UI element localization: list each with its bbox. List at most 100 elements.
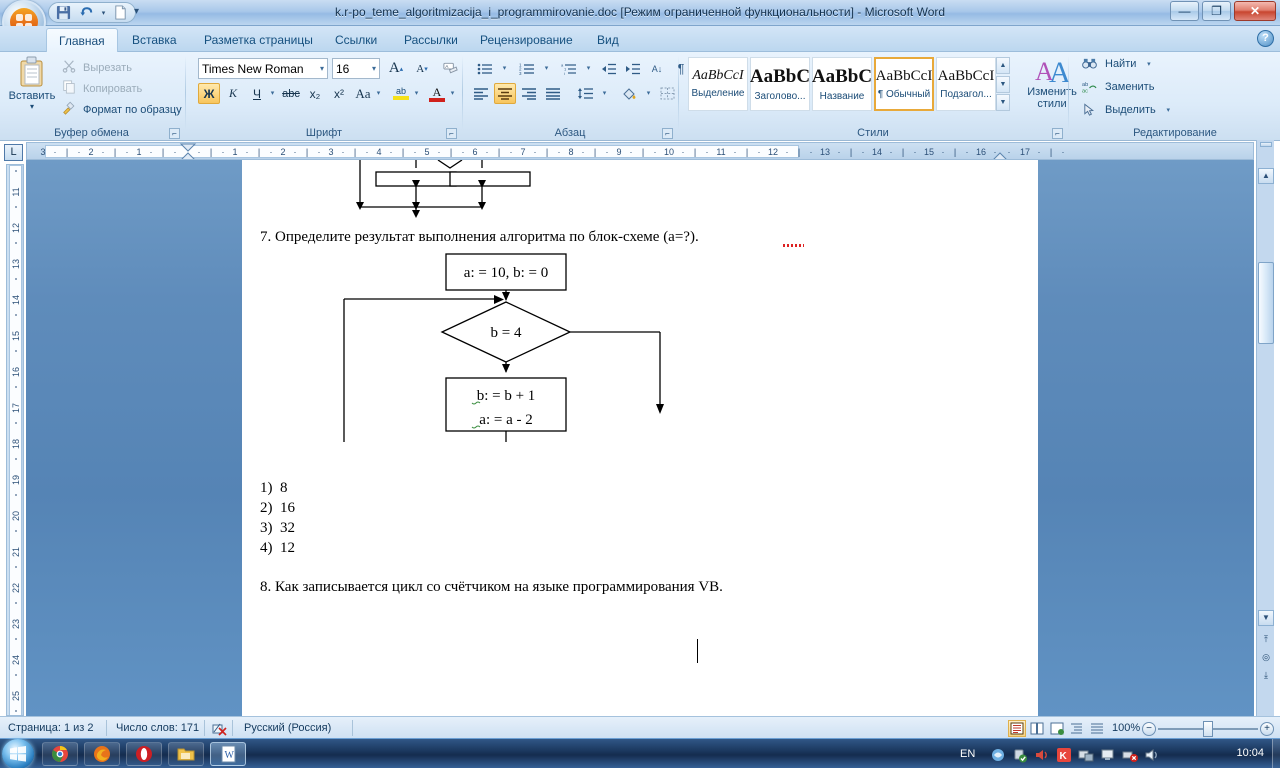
sort-button[interactable]: A↓ (646, 58, 668, 79)
subscript-button[interactable]: x₂ (304, 83, 326, 104)
find-button[interactable]: Найти ▾ (1082, 57, 1153, 71)
document-page[interactable]: 7. Определите результат выполнения алгор… (242, 160, 1038, 716)
multilevel-list-button[interactable]: a1i (554, 58, 584, 79)
styles-scroll-down-button[interactable]: ▼ (996, 75, 1010, 93)
minimize-button[interactable]: — (1170, 1, 1199, 21)
underline-dropdown-icon[interactable]: ▾ (268, 89, 277, 97)
tray-icon-network-activity[interactable] (1078, 747, 1094, 763)
numbering-dropdown-icon[interactable]: ▾ (542, 64, 551, 72)
scrollbar-thumb[interactable] (1258, 262, 1274, 344)
justify-button[interactable] (542, 83, 564, 104)
change-case-dropdown-icon[interactable]: ▾ (374, 89, 383, 97)
find-dropdown-icon[interactable]: ▾ (1144, 60, 1153, 68)
select-button[interactable]: Выделить ▾ (1082, 103, 1173, 117)
cut-button[interactable]: Вырезать (62, 58, 135, 77)
change-case-button[interactable]: Aa (352, 83, 374, 104)
decrease-indent-button[interactable] (598, 58, 620, 79)
proofing-status-icon[interactable] (210, 720, 228, 737)
tray-icon-volume[interactable] (1034, 747, 1050, 763)
scroll-up-button[interactable]: ▲ (1258, 168, 1274, 184)
customize-qat-icon[interactable]: ▾ (134, 6, 139, 17)
format-painter-button[interactable]: Формат по образцу (62, 100, 185, 119)
tab-insert[interactable]: Вставка (120, 28, 189, 52)
scroll-down-button[interactable]: ▼ (1258, 610, 1274, 626)
superscript-button[interactable]: x² (328, 83, 350, 104)
maximize-button[interactable]: ❐ (1202, 1, 1231, 21)
font-color-dropdown-icon[interactable]: ▾ (448, 89, 457, 97)
tab-home[interactable]: Главная (46, 28, 118, 53)
bold-button[interactable]: Ж (198, 83, 220, 104)
italic-button[interactable]: К (222, 83, 244, 104)
styles-more-button[interactable]: ▼ (996, 94, 1010, 111)
style-item-1[interactable]: AaBbC Заголово... (750, 57, 810, 111)
underline-button[interactable]: Ч (246, 83, 268, 104)
help-icon[interactable]: ? (1257, 30, 1274, 47)
highlight-dropdown-icon[interactable]: ▾ (412, 89, 421, 97)
horizontal-ruler[interactable]: 3 · | · 2 · | · 1 · | · · | · 1 · | · 2 · | · 3 · | · 4 · | · 5… (26, 142, 1254, 160)
style-item-2[interactable]: AaBbC Название (812, 57, 872, 111)
page-indicator[interactable]: Страница: 1 из 2 (0, 720, 102, 736)
save-icon[interactable] (53, 4, 74, 22)
tray-icon-kaspersky[interactable]: K (1056, 747, 1072, 763)
chevron-down-icon[interactable]: ▾ (372, 64, 376, 73)
zoom-out-button[interactable]: − (1142, 722, 1156, 736)
shrink-font-button[interactable]: A ▾ (410, 58, 434, 79)
vertical-ruler[interactable]: 11 12 13 14 15 16 17 18 19 20 21 22 23 2… (6, 164, 24, 716)
align-center-button[interactable] (494, 83, 516, 104)
taskbar-app-chrome[interactable] (42, 742, 78, 766)
font-color-button[interactable]: A (426, 83, 448, 104)
split-window-handle[interactable] (1260, 142, 1272, 147)
view-full-screen-reading-button[interactable] (1028, 720, 1046, 737)
style-item-3[interactable]: AaBbCcI ¶ Обычный (874, 57, 934, 111)
new-document-icon[interactable] (110, 4, 131, 22)
borders-button[interactable] (656, 83, 678, 104)
tab-view[interactable]: Вид (585, 28, 631, 52)
tray-icon-network-error[interactable] (1122, 747, 1138, 763)
tray-icon-safely-remove[interactable] (1012, 747, 1028, 763)
clear-formatting-button[interactable]: A (438, 58, 462, 79)
chevron-down-icon[interactable]: ▾ (320, 64, 324, 73)
clipboard-dialog-launcher[interactable]: ⌐ (169, 128, 180, 139)
font-name-box[interactable]: Times New Roman ▾ (198, 58, 328, 79)
select-browse-object-button[interactable]: ◎ (1258, 650, 1274, 666)
align-right-button[interactable] (518, 83, 540, 104)
tab-references[interactable]: Ссылки (323, 28, 389, 52)
shading-button[interactable] (614, 83, 644, 104)
view-outline-button[interactable] (1068, 720, 1086, 737)
line-spacing-dropdown-icon[interactable]: ▾ (600, 89, 609, 97)
taskbar-clock[interactable]: 10:04 (1236, 747, 1264, 759)
tab-page-layout[interactable]: Разметка страницы (192, 28, 325, 52)
increase-indent-button[interactable] (622, 58, 644, 79)
vertical-scrollbar[interactable]: ▲ ▼ ⤒ ◎ ⤓ (1256, 140, 1274, 716)
style-item-4[interactable]: AaBbCcI Подзагол... (936, 57, 996, 111)
start-button[interactable] (2, 739, 34, 768)
tab-stop-selector[interactable]: L (4, 144, 23, 161)
show-desktop-button[interactable] (1272, 739, 1280, 768)
undo-dropdown-icon[interactable]: ▾ (99, 4, 108, 22)
tab-mailings[interactable]: Рассылки (392, 28, 470, 52)
taskbar-app-firefox[interactable] (84, 742, 120, 766)
tray-icon-sound[interactable] (1144, 747, 1160, 763)
next-page-button[interactable]: ⤓ (1258, 668, 1274, 684)
multilevel-dropdown-icon[interactable]: ▾ (584, 64, 593, 72)
styles-dialog-launcher[interactable]: ⌐ (1052, 128, 1063, 139)
shading-dropdown-icon[interactable]: ▾ (644, 89, 653, 97)
document-workspace[interactable]: 7. Определите результат выполнения алгор… (26, 160, 1254, 716)
highlight-button[interactable]: ab (390, 83, 412, 104)
taskbar-app-word[interactable]: W (210, 742, 246, 766)
language-bar[interactable]: EN (960, 748, 975, 760)
view-web-layout-button[interactable] (1048, 720, 1066, 737)
style-item-0[interactable]: AaBbCcI Выделение (688, 57, 748, 111)
copy-button[interactable]: Копировать (62, 79, 145, 98)
previous-page-button[interactable]: ⤒ (1258, 632, 1274, 648)
view-print-layout-button[interactable] (1008, 720, 1026, 737)
tray-icon-network-messenger[interactable] (990, 747, 1006, 763)
paste-button[interactable]: Вставить ▾ (6, 56, 58, 118)
close-button[interactable]: ✕ (1234, 1, 1276, 21)
bullets-dropdown-icon[interactable]: ▾ (500, 64, 509, 72)
tray-icon-display[interactable] (1100, 747, 1116, 763)
language-indicator[interactable]: Русский (Россия) (236, 720, 339, 736)
strikethrough-button[interactable]: abc (280, 83, 302, 104)
undo-icon[interactable] (76, 4, 97, 22)
paragraph-dialog-launcher[interactable]: ⌐ (662, 128, 673, 139)
